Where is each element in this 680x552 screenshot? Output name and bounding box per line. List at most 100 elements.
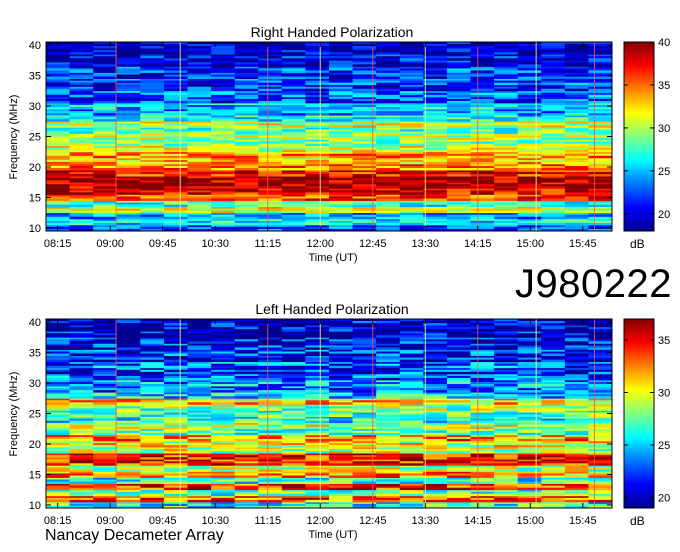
heatmap-cell xyxy=(187,198,212,201)
heatmap-cell xyxy=(140,125,165,128)
heatmap-cell xyxy=(517,216,542,220)
heatmap-cell xyxy=(470,192,495,195)
heatmap-cell xyxy=(399,222,424,226)
heatmap-cell xyxy=(211,426,236,430)
heatmap-cell xyxy=(517,76,542,79)
heatmap-cell xyxy=(564,408,589,411)
heatmap-cell xyxy=(234,438,259,442)
heatmap-cell xyxy=(446,481,471,485)
heatmap-cell xyxy=(517,204,542,208)
heatmap-cell xyxy=(541,341,566,344)
heatmap-cell xyxy=(281,390,306,393)
heatmap-cell xyxy=(564,210,589,214)
heatmap-cell xyxy=(494,371,519,375)
y-axis-label: Frequency (MHz) xyxy=(8,95,20,180)
heatmap-cell xyxy=(69,487,94,491)
heatmap-cell xyxy=(329,420,354,424)
heatmap-cell xyxy=(446,396,471,399)
heatmap-cell xyxy=(305,493,330,497)
heatmap-cell xyxy=(494,46,519,49)
heatmap-cell xyxy=(163,390,188,393)
heatmap-cell xyxy=(541,347,566,350)
heatmap-cell xyxy=(494,323,519,326)
heatmap-cell xyxy=(588,186,613,189)
heatmap-cell xyxy=(116,76,141,79)
heatmap-cell xyxy=(399,107,424,110)
heatmap-cell xyxy=(423,365,448,369)
heatmap-cell xyxy=(69,107,94,110)
heatmap-cell xyxy=(376,371,401,375)
heatmap-cell xyxy=(564,70,589,73)
heatmap-cell xyxy=(234,335,259,338)
heatmap-cell xyxy=(211,438,236,442)
heatmap-cell xyxy=(399,137,424,140)
heatmap-cell xyxy=(470,451,495,454)
heatmap-cell xyxy=(305,402,330,405)
heatmap-cell xyxy=(69,402,94,405)
heatmap-cell xyxy=(69,216,94,220)
heatmap-cell xyxy=(69,125,94,128)
heatmap-cell xyxy=(329,46,354,49)
heatmap-cell xyxy=(588,499,613,503)
heatmap-cell xyxy=(211,186,236,189)
heatmap-cell xyxy=(116,52,141,55)
heatmap-cell xyxy=(305,457,330,460)
heatmap-cell xyxy=(116,186,141,189)
heatmap-cell xyxy=(187,161,212,165)
heatmap-cell xyxy=(423,192,448,195)
heatmap-cell xyxy=(211,396,236,399)
heatmap-cell xyxy=(399,341,424,344)
heatmap-cell xyxy=(234,46,259,49)
heatmap-cell xyxy=(258,329,283,332)
heatmap-cell xyxy=(329,414,354,417)
heatmap-cell xyxy=(258,493,283,497)
x-tick-label: 12:00 xyxy=(306,515,334,527)
heatmap-cell xyxy=(588,353,613,356)
heatmap-cell xyxy=(564,216,589,220)
heatmap-cell xyxy=(140,180,165,183)
heatmap-cell xyxy=(281,174,306,177)
heatmap-cell xyxy=(588,192,613,195)
heatmap-cell xyxy=(187,365,212,369)
heatmap-cell xyxy=(258,347,283,350)
heatmap-cell xyxy=(69,155,94,159)
heatmap-cell xyxy=(187,463,212,466)
heatmap-cell xyxy=(541,210,566,214)
heatmap-cell xyxy=(46,426,71,430)
heatmap-cell xyxy=(564,149,589,153)
heatmap-cell xyxy=(211,463,236,466)
heatmap-cell xyxy=(399,192,424,195)
heatmap-cell xyxy=(211,155,236,159)
heatmap-cell xyxy=(211,174,236,177)
heatmap-cell xyxy=(163,341,188,344)
heatmap-cell xyxy=(541,420,566,424)
heatmap-cell xyxy=(564,143,589,147)
heatmap-cell xyxy=(116,371,141,375)
heatmap-cell xyxy=(399,64,424,67)
heatmap-cell xyxy=(564,155,589,159)
heatmap-cell xyxy=(116,180,141,183)
heatmap-cell xyxy=(399,323,424,326)
heatmap-cell xyxy=(399,125,424,128)
heatmap-cell xyxy=(423,463,448,466)
heatmap-cell xyxy=(494,119,519,122)
heatmap-cell xyxy=(234,426,259,430)
heatmap-cell xyxy=(329,371,354,375)
heatmap-cell xyxy=(423,402,448,405)
heatmap-cell xyxy=(541,46,566,49)
heatmap-cell xyxy=(446,137,471,140)
heatmap-cell xyxy=(470,94,495,98)
x-tick-label: 12:45 xyxy=(359,515,387,527)
heatmap-cell xyxy=(329,82,354,86)
heatmap-cell xyxy=(517,70,542,73)
heatmap-cell xyxy=(564,323,589,326)
heatmap-plot xyxy=(46,42,613,232)
y-tick-label: 15 xyxy=(29,192,41,204)
heatmap-cell xyxy=(281,451,306,454)
heatmap-cell xyxy=(564,347,589,350)
heatmap-cell xyxy=(187,377,212,381)
heatmap-cell xyxy=(211,384,236,387)
heatmap-cell xyxy=(423,341,448,344)
heatmap-cell xyxy=(187,119,212,122)
heatmap-cell xyxy=(517,487,542,491)
